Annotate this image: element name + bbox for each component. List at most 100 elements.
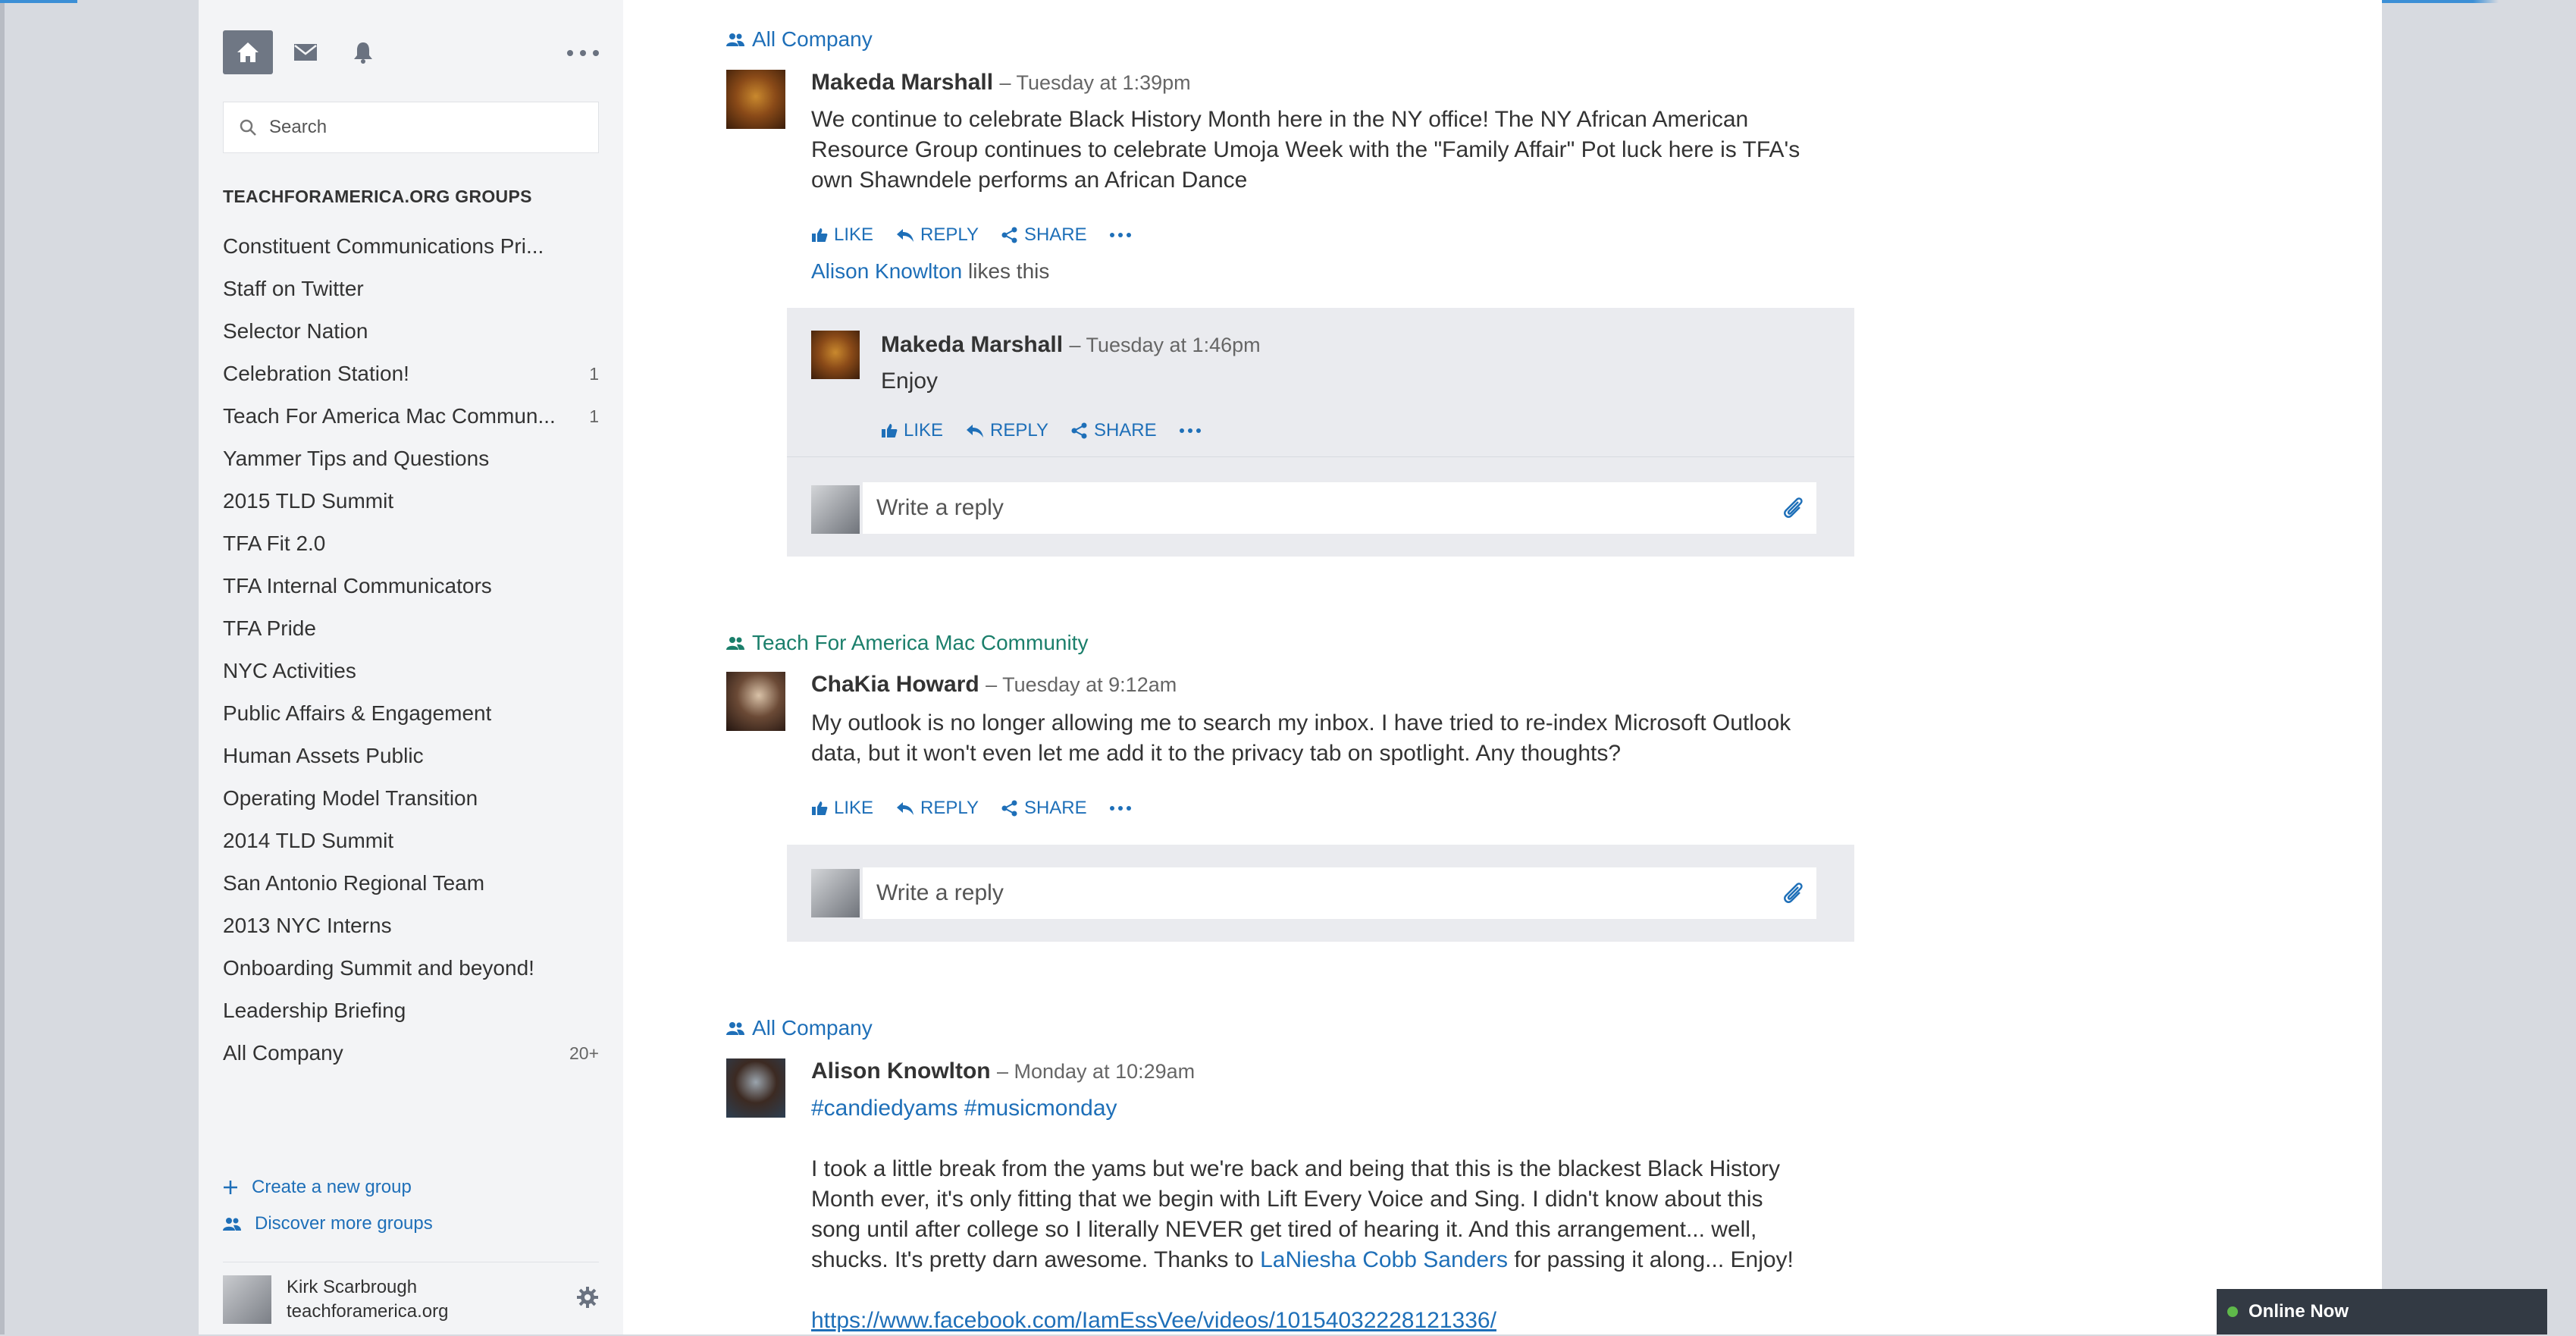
more-icon[interactable] (1109, 233, 1131, 237)
group-item[interactable]: 2013 NYC Interns (223, 905, 599, 947)
author-name[interactable]: Alison Knowlton (811, 1058, 991, 1084)
group-item[interactable]: 2014 TLD Summit (223, 820, 599, 862)
group-item[interactable]: Constituent Communications Pri... (223, 225, 599, 268)
group-name: 2014 TLD Summit (223, 829, 394, 852)
share-button[interactable]: SHARE (1001, 798, 1087, 819)
online-status-icon (2227, 1306, 2238, 1317)
more-options-icon[interactable] (567, 45, 599, 61)
group-item[interactable]: TFA Pride (223, 607, 599, 650)
group-item[interactable]: TFA Fit 2.0 (223, 522, 599, 565)
reply-icon (897, 229, 914, 242)
group-item[interactable]: Onboarding Summit and beyond! (223, 947, 599, 989)
group-item[interactable]: Human Assets Public (223, 735, 599, 777)
divider (787, 456, 1854, 457)
group-item[interactable]: Teach For America Mac Commun... 1 (223, 395, 599, 437)
group-name: Selector Nation (223, 319, 368, 343)
group-item[interactable]: Public Affairs & Engagement (223, 692, 599, 735)
reply-button[interactable]: REPLY (966, 420, 1048, 441)
discover-groups-label: Discover more groups (255, 1213, 433, 1234)
discover-groups-link[interactable]: Discover more groups (223, 1213, 433, 1234)
search-box[interactable] (223, 102, 599, 153)
video-link[interactable]: https://www.facebook.com/IamEssVee/video… (811, 1306, 1496, 1336)
timestamp[interactable]: – Tuesday at 1:39pm (999, 71, 1190, 94)
group-item[interactable]: San Antonio Regional Team (223, 862, 599, 905)
group-item[interactable]: Selector Nation (223, 310, 599, 353)
share-button[interactable]: SHARE (1071, 420, 1157, 441)
author-name[interactable]: Makeda Marshall (811, 70, 993, 95)
post-group-link[interactable]: Teach For America Mac Community (726, 631, 1088, 655)
reply-composer[interactable] (863, 482, 1816, 534)
online-now-bar[interactable]: Online Now (2217, 1289, 2547, 1334)
group-item[interactable]: Operating Model Transition (223, 777, 599, 820)
search-input[interactable] (268, 116, 574, 139)
group-item[interactable]: TFA Internal Communicators (223, 565, 599, 607)
mention-link[interactable]: LaNiesha Cobb Sanders (1260, 1247, 1508, 1272)
author-name[interactable]: ChaKia Howard (811, 672, 979, 697)
post-body: My outlook is no longer allowing me to s… (811, 710, 1791, 766)
like-label: LIKE (834, 224, 874, 245)
reply-input[interactable] (875, 494, 1712, 522)
user-name[interactable]: Kirk Scarbrough (287, 1277, 417, 1298)
group-name: 2013 NYC Interns (223, 914, 392, 937)
avatar[interactable] (726, 1058, 785, 1118)
group-name: Onboarding Summit and beyond! (223, 956, 534, 980)
notifications-button[interactable] (338, 30, 388, 74)
people-icon (726, 33, 744, 46)
group-item[interactable]: Yammer Tips and Questions (223, 437, 599, 480)
group-name: Staff on Twitter (223, 277, 364, 300)
user-org: teachforamerica.org (287, 1301, 449, 1322)
home-button[interactable] (223, 30, 273, 74)
post-header: Makeda Marshall – Tuesday at 1:39pm (811, 70, 1191, 96)
like-button[interactable]: LIKE (811, 224, 873, 246)
group-name: TFA Fit 2.0 (223, 532, 326, 555)
liker-name[interactable]: Alison Knowlton (811, 259, 962, 283)
timestamp[interactable]: – Tuesday at 9:12am (986, 673, 1177, 696)
group-item[interactable]: Leadership Briefing (223, 989, 599, 1032)
share-label: SHARE (1023, 798, 1087, 818)
reply-button[interactable]: REPLY (896, 224, 979, 246)
group-item[interactable]: All Company 20+ (223, 1032, 599, 1074)
group-item[interactable]: Celebration Station! 1 (223, 353, 599, 395)
reply-button[interactable]: REPLY (896, 798, 979, 819)
share-button[interactable]: SHARE (1001, 224, 1087, 246)
reply-composer[interactable] (863, 867, 1816, 919)
plus-icon (224, 1181, 237, 1194)
timestamp[interactable]: – Monday at 10:29am (997, 1060, 1195, 1083)
group-name: Yammer Tips and Questions (223, 447, 490, 470)
search-icon (240, 119, 256, 136)
home-icon (237, 42, 259, 62)
group-item[interactable]: Staff on Twitter (223, 268, 599, 310)
avatar[interactable] (726, 70, 785, 129)
hashtags[interactable]: #candiedyams #musicmonday (811, 1093, 1117, 1124)
timestamp[interactable]: – Tuesday at 1:46pm (1069, 334, 1260, 356)
group-name: San Antonio Regional Team (223, 871, 485, 895)
group-name: All Company (752, 1016, 873, 1040)
group-item[interactable]: 2015 TLD Summit (223, 480, 599, 522)
thumbs-up-icon (882, 424, 898, 437)
group-count: 1 (589, 363, 599, 384)
more-icon[interactable] (1109, 806, 1131, 811)
like-button[interactable]: LIKE (811, 798, 873, 819)
author-name[interactable]: Makeda Marshall (881, 332, 1063, 357)
gear-icon[interactable] (576, 1286, 599, 1309)
paperclip-icon[interactable] (1782, 495, 1804, 521)
reply-icon (897, 802, 914, 815)
post-group-link[interactable]: All Company (726, 27, 873, 52)
likes-summary: Alison Knowlton likes this (811, 259, 1049, 284)
group-item[interactable]: NYC Activities (223, 650, 599, 692)
post-actions: LIKE REPLY SHARE (811, 224, 1131, 246)
reply-thread (787, 845, 1854, 942)
create-group-link[interactable]: Create a new group (223, 1177, 412, 1198)
paperclip-icon[interactable] (1782, 880, 1804, 906)
avatar[interactable] (223, 1275, 271, 1324)
more-icon[interactable] (1179, 428, 1201, 433)
post-group-link[interactable]: All Company (726, 1016, 873, 1040)
group-count: 20+ (569, 1043, 599, 1063)
reply-label: REPLY (920, 224, 979, 245)
reply-input[interactable] (875, 880, 1712, 907)
avatar[interactable] (726, 672, 785, 731)
inbox-button[interactable] (280, 30, 331, 74)
group-count: 1 (589, 406, 599, 426)
avatar[interactable] (811, 331, 860, 379)
like-button[interactable]: LIKE (881, 420, 943, 441)
